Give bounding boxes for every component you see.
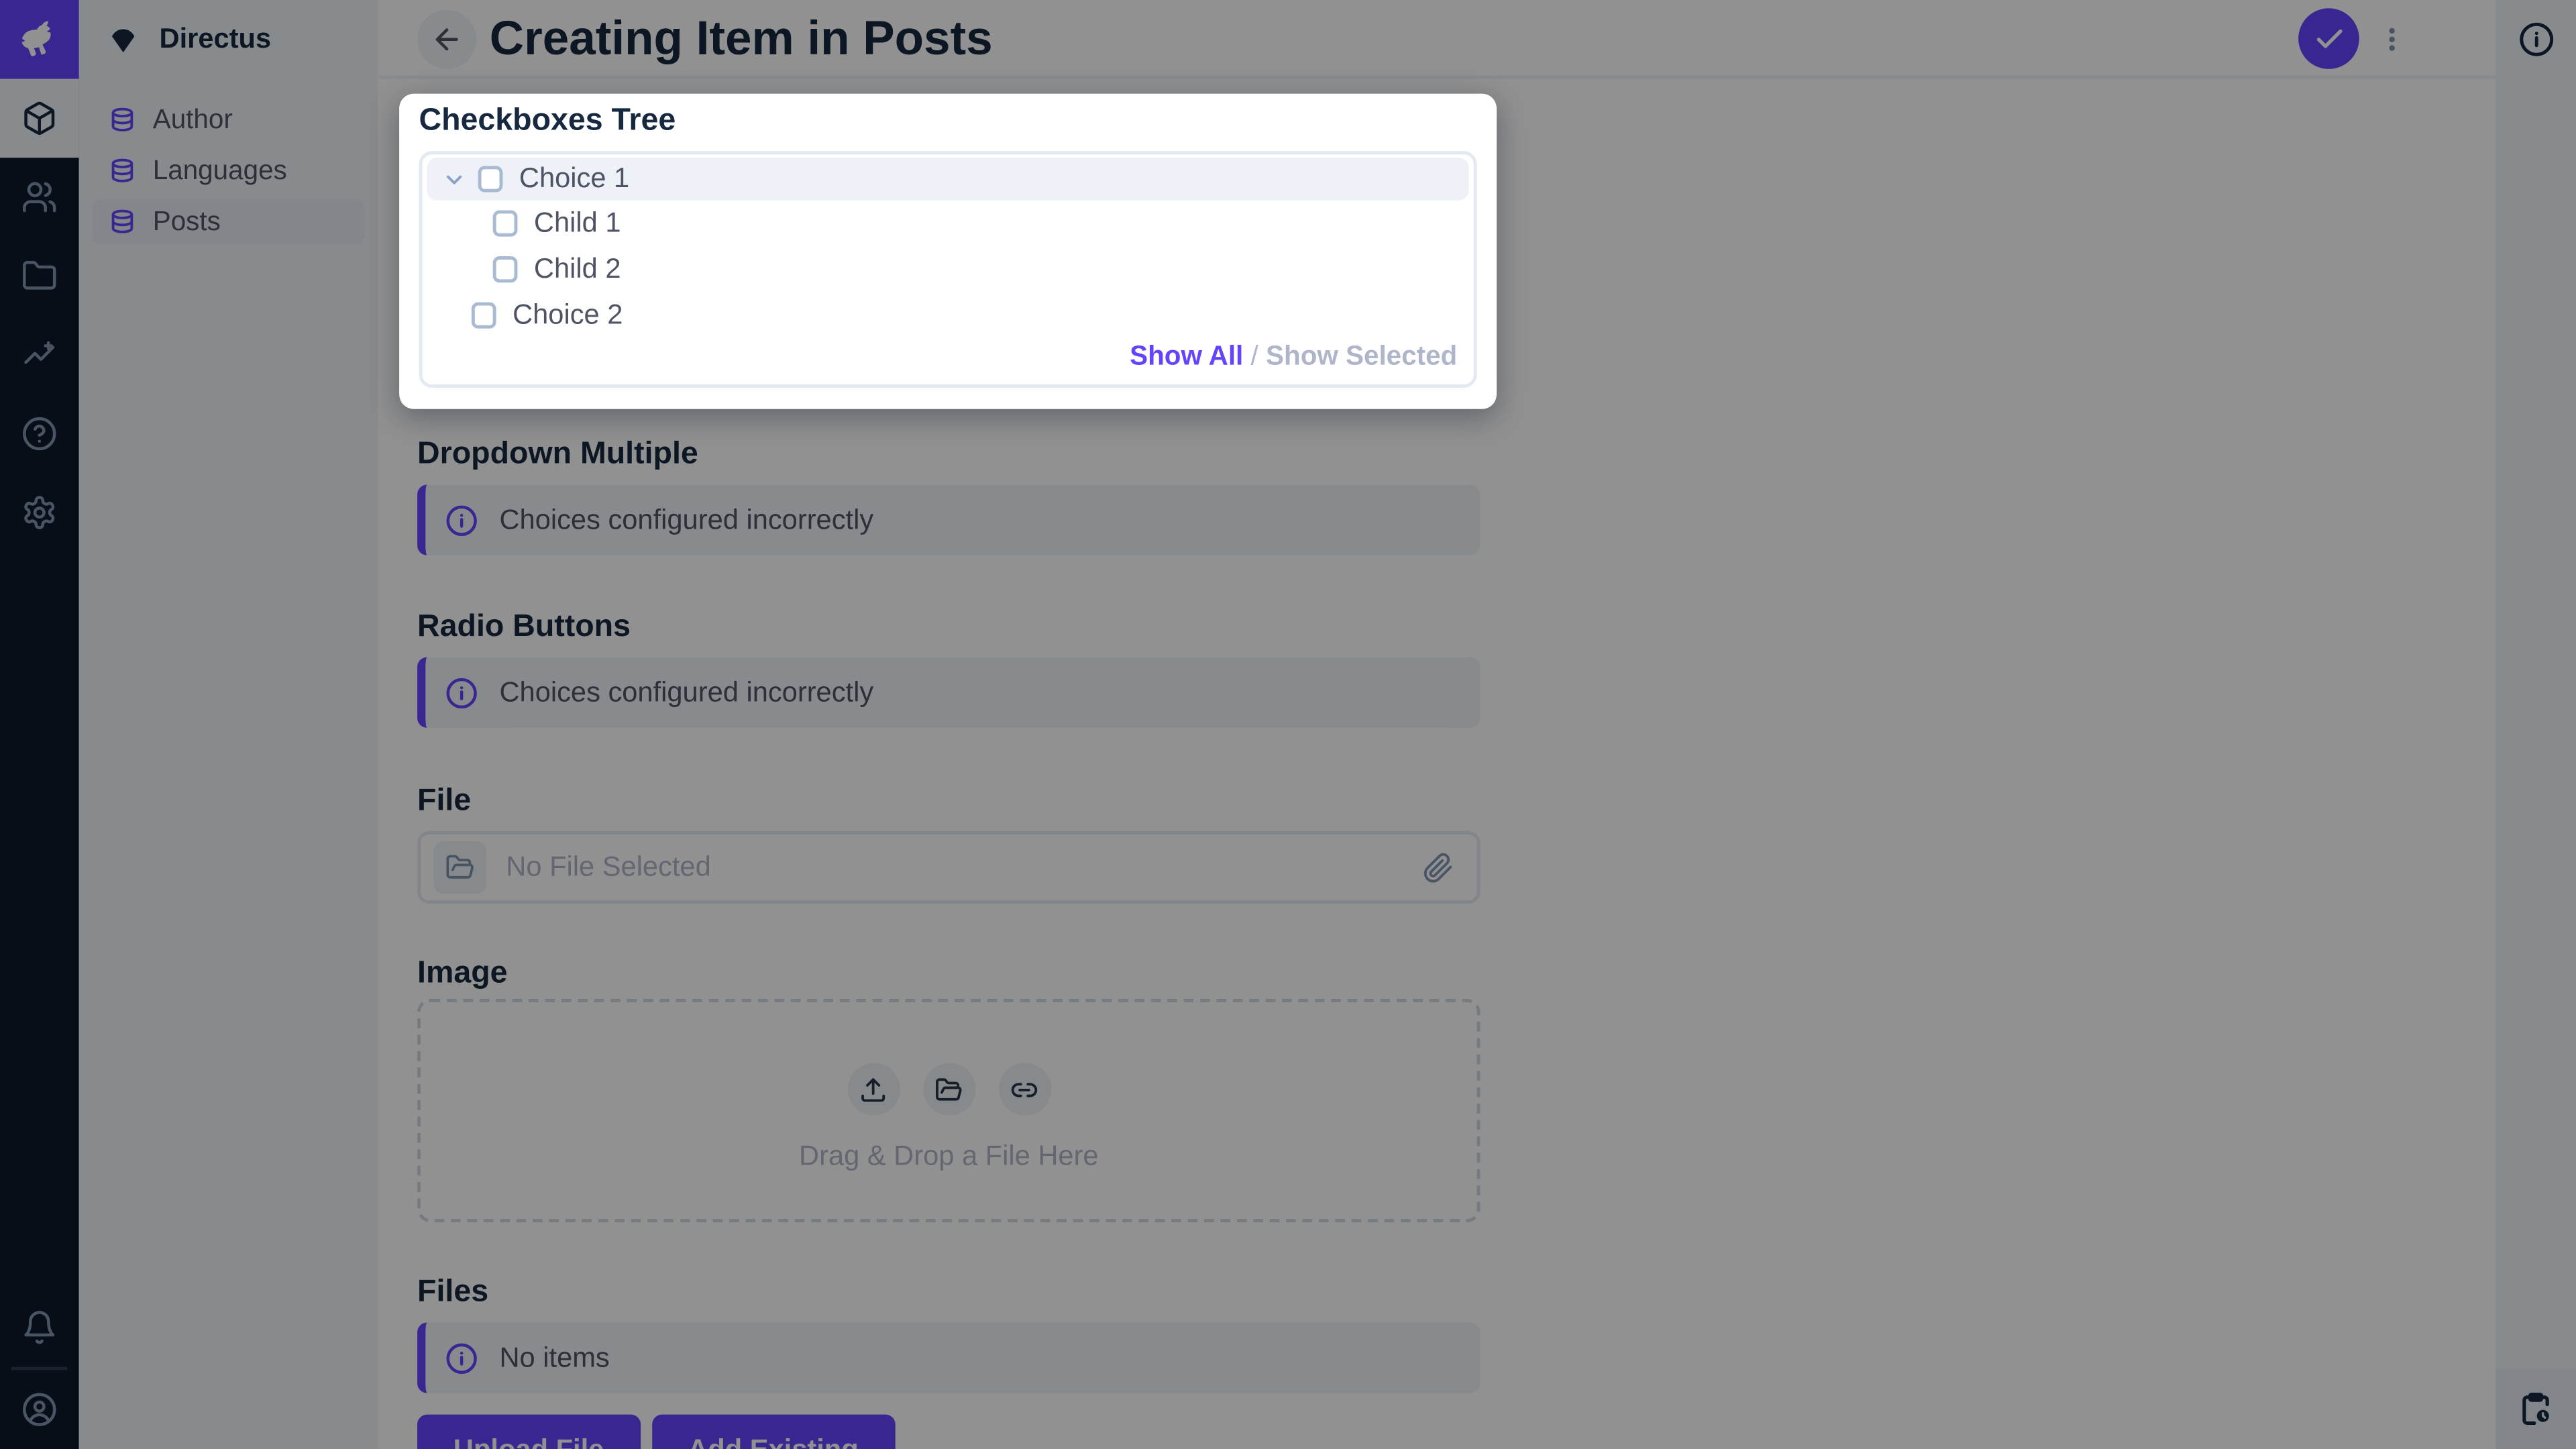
tree-row-choice-2[interactable]: Choice 2: [422, 292, 1473, 339]
app-window: Directus Author Languages: [0, 0, 2576, 1449]
show-all-link[interactable]: Show All: [1130, 341, 1243, 371]
chevron-down-icon[interactable]: [442, 167, 468, 192]
field-label-checkboxes-tree: Checkboxes Tree: [419, 103, 676, 140]
tree-footer: Show All / Show Selected: [1130, 341, 1457, 373]
tree-item-label: Child 2: [534, 253, 621, 286]
checkboxes-tree-input: Choice 1 Child 1 Child 2 Choice 2 Show A…: [419, 151, 1477, 388]
checkboxes-tree-panel: Checkboxes Tree Choice 1 Child 1 Child 2: [399, 94, 1497, 409]
show-selected-link[interactable]: Show Selected: [1266, 341, 1457, 371]
tree-row-child-1[interactable]: Child 1: [422, 201, 1473, 247]
checkbox[interactable]: [472, 303, 496, 329]
tree-row-choice-1[interactable]: Choice 1: [427, 158, 1469, 201]
footer-separator: /: [1251, 341, 1267, 371]
tree-item-label: Child 1: [534, 207, 621, 240]
tree-row-child-2[interactable]: Child 2: [422, 246, 1473, 292]
checkbox[interactable]: [493, 256, 518, 282]
checkbox[interactable]: [478, 166, 503, 192]
checkbox[interactable]: [493, 210, 518, 236]
tree-item-label: Choice 1: [519, 162, 629, 195]
tree-item-label: Choice 2: [513, 299, 623, 332]
